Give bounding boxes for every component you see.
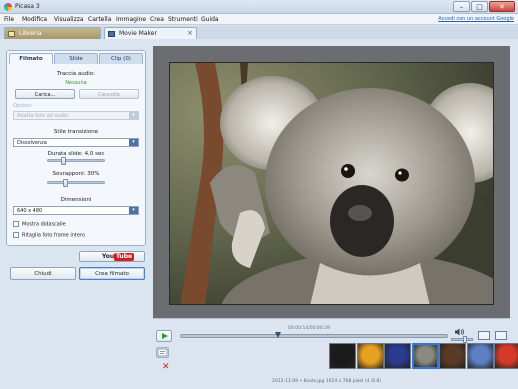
slide-duration-slider[interactable] (47, 157, 105, 165)
thumb-tulips[interactable] (494, 343, 518, 369)
tab-library[interactable]: Libreria (4, 27, 101, 39)
options-select-value: Adatta foto ad audio (17, 113, 69, 119)
tab-bar: Libreria Movie Maker × (0, 26, 518, 39)
thumb-penguins[interactable] (466, 343, 494, 369)
library-icon (8, 31, 15, 37)
dropdown-arrow-icon: ▾ (129, 112, 138, 119)
menu-file[interactable]: File (4, 16, 14, 23)
close-icon: ✕ (499, 3, 505, 11)
film-icon (108, 31, 115, 37)
overlap-slider[interactable] (47, 179, 105, 187)
player-controls: 00:00:14/00:00:39 ✕ 2012-11-09 • Koala.j… (153, 318, 518, 389)
crop-full-frame-row[interactable]: Ritaglia foto frame intero (13, 232, 85, 239)
dropdown-arrow-icon: ▾ (129, 139, 138, 146)
thumb-flower[interactable] (356, 343, 384, 369)
subtab-slide[interactable]: Slide (54, 53, 98, 64)
text-slide-icon (157, 348, 168, 357)
volume-slider[interactable] (451, 336, 473, 343)
dimensions-value: 640 x 480 (17, 208, 43, 214)
youtube-upload-button[interactable]: You Tube (79, 251, 145, 262)
maximize-icon: □ (476, 3, 483, 11)
menu-modifica[interactable]: Modifica (22, 16, 47, 23)
delete-audio-button[interactable]: Cancella (79, 89, 139, 99)
subtab-clip[interactable]: Clip (0) (99, 53, 143, 64)
transition-style-value: Dissolvenza (17, 140, 47, 146)
show-captions-checkbox[interactable] (13, 221, 19, 227)
slide-duration-thumb[interactable] (61, 157, 66, 165)
dimensions-select[interactable]: 640 x 480 ▾ (13, 206, 139, 215)
minimize-icon: – (459, 3, 464, 11)
play-icon (162, 333, 168, 339)
delete-icon: ✕ (162, 362, 170, 372)
window-title: Picasa 3 (15, 3, 40, 10)
play-button[interactable] (156, 330, 172, 342)
status-bar-text: 2012-11-09 • Koala.jpg 1024 x 768 pixel … (272, 379, 382, 384)
volume-knob[interactable] (463, 336, 467, 343)
timecode: 00:00:14/00:00:39 (288, 326, 330, 331)
preview-mode-icon[interactable] (495, 331, 507, 340)
options-label: Opzioni (13, 103, 32, 109)
menu-cartella[interactable]: Cartella (88, 16, 111, 23)
picasa-window: Picasa 3 – □ ✕ File Modifica Visualizza … (0, 0, 518, 389)
menu-guida[interactable]: Guida (201, 16, 219, 23)
google-account-link[interactable]: Accedi con un account Google (438, 16, 514, 22)
show-captions-label: Mostra didascalie (22, 221, 66, 228)
youtube-logo-you: You (102, 253, 115, 260)
timeline-thumb[interactable] (275, 332, 281, 338)
volume-icon[interactable] (455, 328, 465, 336)
menu-visualizza[interactable]: Visualizza (54, 16, 84, 23)
dimensions-title: Dimensioni (60, 197, 92, 203)
picasa-logo-icon (4, 3, 12, 11)
title-bar: Picasa 3 – □ ✕ (0, 0, 518, 14)
koala-photo (169, 62, 494, 305)
tab-close-icon[interactable]: × (187, 29, 193, 37)
transition-style-title: Stile transizione (53, 129, 99, 135)
tab-movie-maker-label: Movie Maker (119, 30, 157, 37)
show-captions-row[interactable]: Mostra didascalie (13, 221, 66, 228)
thumb-dark[interactable] (329, 343, 356, 369)
close-window-button[interactable]: ✕ (489, 1, 515, 12)
audio-track-status: Nessuna (65, 80, 87, 86)
audio-track-title: Traccia audio: (57, 71, 95, 77)
menu-strumenti[interactable]: Strumenti (168, 16, 198, 23)
timeline-slider[interactable] (180, 332, 448, 338)
crop-full-frame-label: Ritaglia foto frame intero (22, 232, 85, 239)
transition-style-select[interactable]: Dissolvenza ▾ (13, 138, 139, 147)
options-select[interactable]: Adatta foto ad audio ▾ (13, 111, 139, 120)
fullscreen-icon[interactable] (478, 331, 490, 340)
dropdown-arrow-icon: ▾ (129, 207, 138, 214)
slide-duration-label: Durata slide: 4,0 sec (47, 151, 105, 157)
thumb-lighthouse[interactable] (439, 343, 466, 369)
menu-crea[interactable]: Crea (150, 16, 164, 23)
tab-movie-maker[interactable]: Movie Maker × (104, 27, 197, 39)
menu-bar: File Modifica Visualizza Cartella Immagi… (0, 14, 518, 25)
remove-slide-button[interactable]: ✕ (156, 361, 170, 372)
close-button[interactable]: Chiudi (10, 267, 76, 280)
filmstrip (329, 343, 518, 371)
koala-image (170, 63, 493, 304)
subtab-filmato[interactable]: Filmato (9, 53, 53, 64)
movie-settings-panel: Filmato Slide Clip (0) Traccia audio: Ne… (6, 50, 146, 246)
overlap-thumb[interactable] (63, 179, 68, 187)
youtube-logo-tube: Tube (114, 253, 135, 261)
load-audio-button[interactable]: Carica... (15, 89, 75, 99)
overlap-label: Sovrapponi: 30% (52, 171, 100, 177)
create-movie-button[interactable]: Crea filmato (79, 267, 145, 280)
preview-area (153, 46, 510, 318)
add-text-slide-button[interactable] (156, 347, 169, 358)
tab-library-label: Libreria (19, 30, 42, 37)
maximize-button[interactable]: □ (471, 1, 488, 12)
thumb-jellyfish[interactable] (384, 343, 411, 369)
thumb-koala[interactable] (411, 343, 439, 369)
minimize-button[interactable]: – (453, 1, 470, 12)
crop-full-frame-checkbox[interactable] (13, 232, 19, 238)
menu-immagine[interactable]: Immagine (116, 16, 146, 23)
panel-subtabs: Filmato Slide Clip (0) (7, 51, 145, 64)
